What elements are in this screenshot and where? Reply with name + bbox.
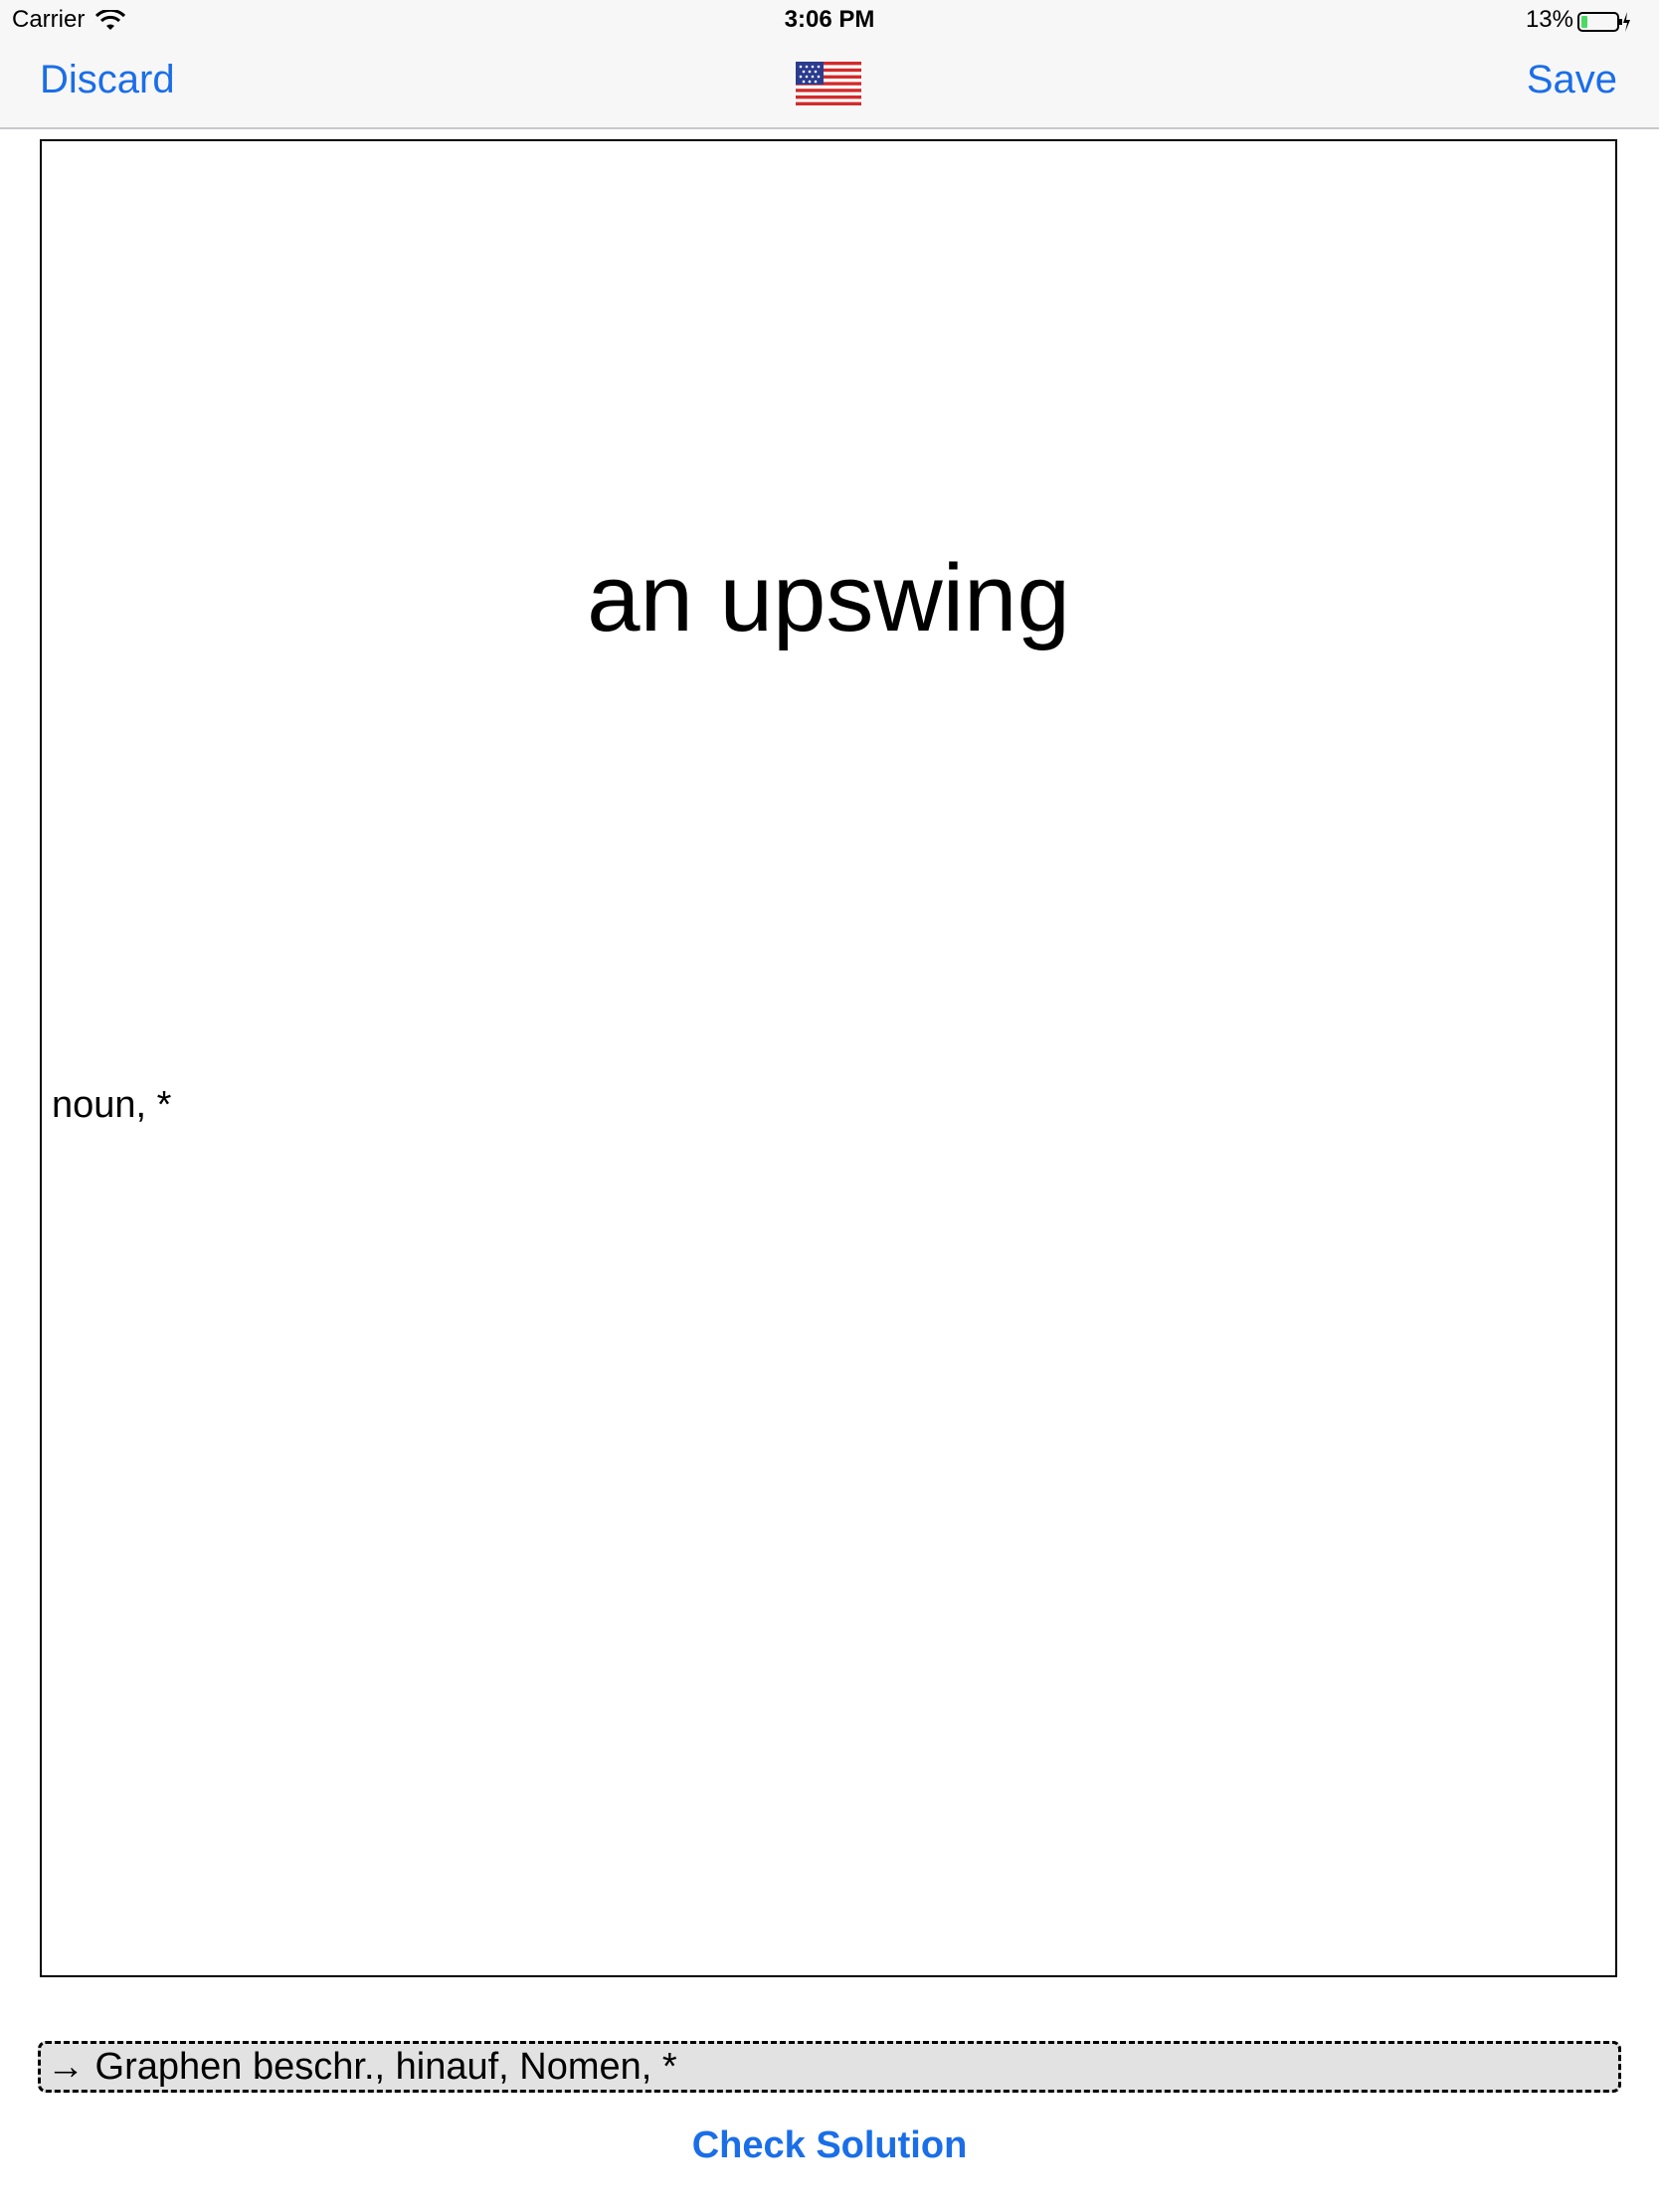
check-solution-button[interactable]: Check Solution	[0, 2124, 1659, 2167]
discard-button[interactable]: Discard	[40, 58, 175, 102]
status-time: 3:06 PM	[784, 6, 875, 33]
part-of-speech-label: noun, *	[52, 1084, 172, 1126]
card-term: an upswing	[587, 545, 1070, 651]
save-button[interactable]: Save	[1527, 58, 1617, 102]
flashcard: an upswing noun, *	[40, 139, 1617, 1977]
us-flag-icon	[796, 62, 861, 105]
answer-input[interactable]: → Graphen beschr., hinauf, Nomen, *	[38, 2041, 1621, 2093]
status-bar: Carrier 3:06 PM 13%	[0, 0, 1659, 40]
battery-percent: 13%	[1525, 6, 1573, 33]
navigation-bar: Discard Save	[0, 40, 1659, 129]
battery-charging-icon	[1577, 12, 1630, 32]
